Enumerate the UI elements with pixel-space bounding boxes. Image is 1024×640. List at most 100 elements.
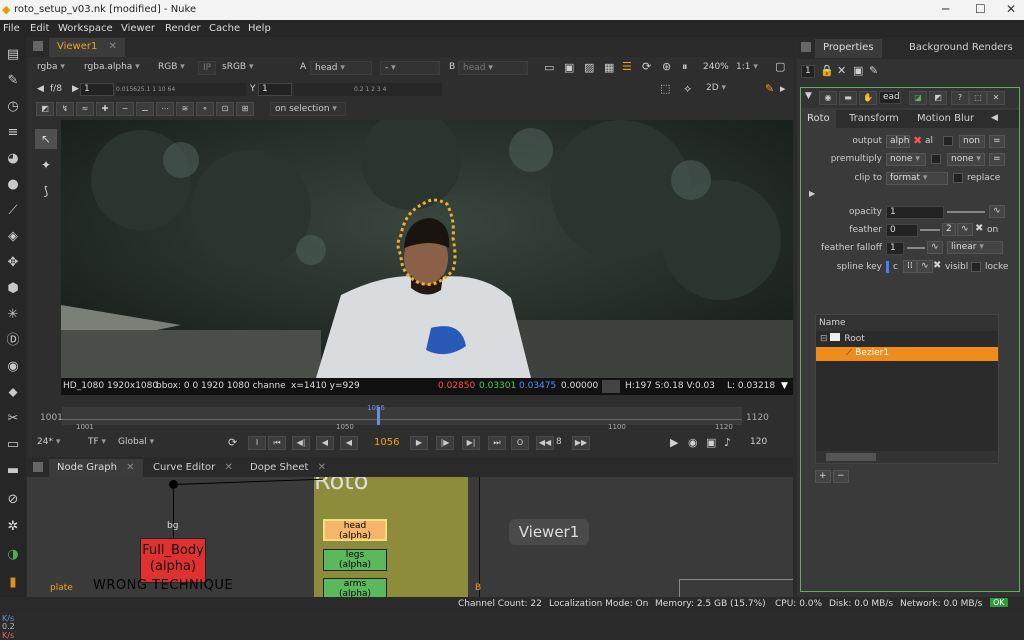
timeline-start[interactable]: 1001 xyxy=(40,413,63,423)
refresh-icon[interactable]: ⟳ xyxy=(642,60,651,73)
playback-mode-icon[interactable]: ⟳ xyxy=(228,436,237,449)
pane-menu-icon[interactable] xyxy=(33,462,43,472)
views-icon[interactable]: ◉ xyxy=(5,359,21,375)
merge-icon[interactable]: ◈ xyxy=(5,229,21,245)
compare-dropdown[interactable]: - xyxy=(380,61,440,75)
monitor-icon[interactable]: ▣ xyxy=(706,436,716,449)
alpha-channel-dropdown[interactable]: rgba.alpha xyxy=(80,61,144,75)
timeline-end[interactable]: 1120 xyxy=(746,413,769,423)
range-dropdown[interactable]: Global xyxy=(114,436,158,450)
skip-back-icon[interactable]: ◀◀ xyxy=(536,436,554,450)
falloff-type-dropdown[interactable]: linear xyxy=(947,241,1003,254)
navigator-minimap[interactable] xyxy=(679,579,793,597)
next-keyframe-icon[interactable]: ▶| xyxy=(462,436,480,450)
3d-icon[interactable]: ⬢ xyxy=(5,281,21,297)
node-name-field[interactable]: ead xyxy=(879,91,901,104)
font-color-icon[interactable]: ◩ xyxy=(929,91,947,105)
premultiply-dropdown[interactable]: none xyxy=(886,153,926,166)
checker-icon[interactable]: ▨ xyxy=(584,61,594,74)
pane-menu-icon[interactable] xyxy=(33,41,43,51)
add-shape-button[interactable]: + xyxy=(815,470,831,483)
menu-viewer[interactable]: Viewer xyxy=(121,23,155,34)
feather-slider[interactable] xyxy=(920,229,940,231)
lock-icon[interactable]: ⊛ xyxy=(662,60,671,73)
ripple-icon[interactable]: ≈ xyxy=(76,102,94,116)
subtab-motion-blur[interactable]: Motion Blur xyxy=(911,110,980,129)
toolsets-icon[interactable]: ✂ xyxy=(5,411,21,427)
draw-icon[interactable]: ✎ xyxy=(5,73,21,89)
clip-warning-icon[interactable]: ☰ xyxy=(622,60,632,73)
pause-icon[interactable]: ⏸ xyxy=(682,60,688,74)
premult-equal-button[interactable]: = xyxy=(989,153,1005,166)
viewer1-node[interactable]: Viewer1 xyxy=(509,519,589,545)
tf-dropdown[interactable]: TF xyxy=(84,436,110,450)
legs-roto-node[interactable]: legs (alpha) xyxy=(323,549,387,571)
first-frame-icon[interactable]: ⏮ xyxy=(268,436,286,450)
premult-none-dropdown[interactable]: none xyxy=(947,153,985,166)
furnace-icon[interactable]: ▬ xyxy=(5,463,21,479)
proxy-icon[interactable]: ▦ xyxy=(604,61,614,74)
audio-icon[interactable]: ♪ xyxy=(724,436,731,449)
update-mode-dropdown[interactable]: on selection xyxy=(270,102,346,116)
camera-icon[interactable]: ▸ xyxy=(780,82,786,95)
full-body-node[interactable]: Full_Body (alpha) xyxy=(140,538,206,583)
clip-to-dropdown[interactable]: format xyxy=(886,172,948,185)
deep-icon[interactable]: Ⓓ xyxy=(5,333,21,349)
head-roto-node[interactable]: head (alpha) xyxy=(323,519,387,541)
tab-node-graph[interactable]: Node Graph ✕ xyxy=(49,459,143,478)
menu-workspace[interactable]: Workspace xyxy=(58,23,113,34)
tree-item-root[interactable]: ⊟ Root xyxy=(820,333,996,347)
remove-shape-button[interactable]: − xyxy=(833,470,849,483)
menu-help[interactable]: Help xyxy=(248,23,271,34)
frame-slider[interactable]: 1056 xyxy=(62,404,742,425)
output-none-dropdown[interactable]: non xyxy=(959,135,985,148)
edit-panel-icon[interactable]: ✎ xyxy=(869,64,878,77)
display-channels-dropdown[interactable]: RGB xyxy=(154,61,189,75)
opacity-field[interactable]: 1 xyxy=(886,206,944,219)
a-input-dropdown[interactable]: head xyxy=(310,61,372,75)
metadata-icon[interactable]: ⬥ xyxy=(5,385,21,401)
end-frame[interactable]: 120 xyxy=(750,437,767,447)
overlay-icon[interactable]: ▣ xyxy=(564,61,574,74)
visible-x-icon[interactable]: ✖ xyxy=(933,260,941,271)
subtab-roto[interactable]: Roto xyxy=(801,110,836,129)
tab-properties[interactable]: Properties xyxy=(815,39,882,58)
minimize-icon[interactable]: ─ xyxy=(942,2,949,16)
add-points-icon[interactable]: ✦ xyxy=(35,155,57,175)
locked-checkbox[interactable] xyxy=(971,262,981,272)
tab-background-renders[interactable]: Background Renders xyxy=(901,39,1021,58)
opacity-slider[interactable] xyxy=(947,211,985,213)
output-checkbox[interactable] xyxy=(943,136,953,146)
hide-curves-icon[interactable]: ≋ xyxy=(176,102,194,116)
maximize-icon[interactable]: ☐ xyxy=(975,2,986,16)
feather-field[interactable]: 0 xyxy=(886,224,918,237)
feather-count-button[interactable]: 2 xyxy=(942,223,956,236)
viewer-canvas[interactable] xyxy=(61,120,793,378)
close-icon[interactable]: ✕ xyxy=(1006,2,1016,16)
spline-curve-icon[interactable]: ∿ xyxy=(917,260,933,273)
increment-value[interactable]: 8 xyxy=(556,437,562,447)
falloff-curve-icon[interactable]: ∿ xyxy=(927,241,943,254)
replace-checkbox[interactable] xyxy=(953,173,963,183)
cara-icon[interactable]: ⊘ xyxy=(5,492,21,508)
collapse-icon[interactable]: ▼ xyxy=(805,91,812,101)
spline-key-button[interactable]: ⁞⁞ xyxy=(903,260,917,273)
filter-icon[interactable]: ● xyxy=(5,177,21,193)
step-back-icon[interactable]: ◀ xyxy=(316,436,334,450)
gizmo-icon[interactable]: ▮ xyxy=(5,575,21,591)
view-mode-dropdown[interactable]: 2D xyxy=(702,82,730,96)
clear-panel-icon[interactable]: ▣ xyxy=(853,64,863,77)
current-frame[interactable]: 1056 xyxy=(374,437,399,448)
record-icon[interactable]: ◉ xyxy=(688,436,698,449)
lut-dropdown[interactable]: sRGB xyxy=(218,61,257,75)
color-icon[interactable]: ◕ xyxy=(5,151,21,167)
output-x-icon[interactable]: ✖ xyxy=(913,134,922,147)
float-panel-icon[interactable]: ✕ xyxy=(837,64,846,77)
menu-file[interactable]: File xyxy=(3,23,20,34)
float-icon[interactable]: ⬚ xyxy=(969,91,987,105)
roto-icon[interactable]: ✋ xyxy=(859,91,877,105)
opacity-curve-icon[interactable]: ∿ xyxy=(989,205,1005,218)
toggle-lines-icon[interactable]: ⊡ xyxy=(216,102,234,116)
viewer-toggle-icon[interactable]: ◉ xyxy=(819,91,837,105)
tree-hscrollbar[interactable] xyxy=(816,451,998,463)
